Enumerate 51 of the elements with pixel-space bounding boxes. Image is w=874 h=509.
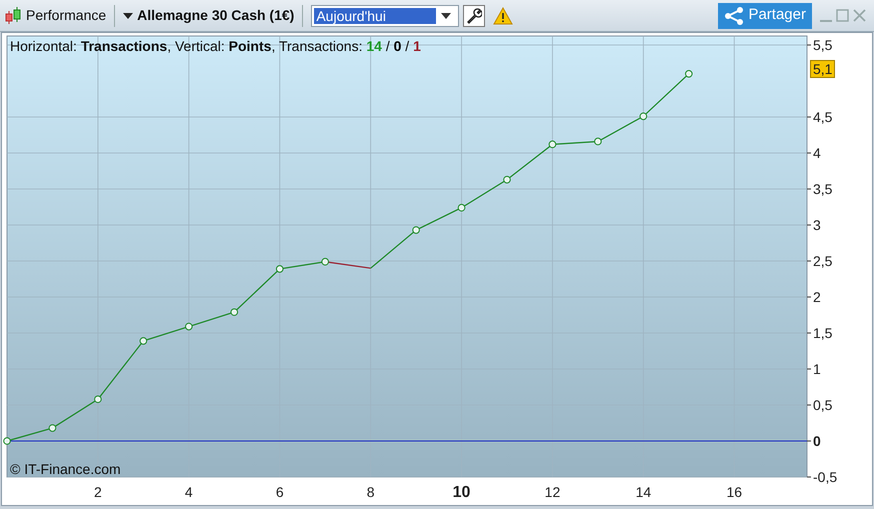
- maximize-icon[interactable]: [836, 9, 849, 22]
- y-axis-label: 1,5: [813, 325, 832, 341]
- y-axis-label: 3: [813, 217, 821, 233]
- y-axis-label: -0,5: [813, 469, 838, 485]
- x-axis-label: 10: [452, 484, 470, 501]
- caret-icon: [441, 12, 452, 18]
- x-axis-label: 4: [184, 484, 193, 500]
- window-title: Performance: [26, 6, 106, 25]
- data-point: [276, 265, 284, 273]
- y-axis-label: 4,5: [813, 109, 832, 125]
- y-axis-label: 4: [813, 145, 821, 161]
- instrument-selector[interactable]: Allemagne 30 Cash (1€): [123, 5, 294, 26]
- x-axis-label: 14: [636, 484, 652, 500]
- data-point: [594, 138, 602, 146]
- data-point: [185, 322, 193, 330]
- data-point: [640, 112, 648, 120]
- last-value-badge: 5,1: [810, 60, 836, 78]
- x-axis-label: 8: [366, 484, 375, 500]
- data-point: [3, 437, 11, 445]
- data-point: [548, 140, 556, 148]
- share-button[interactable]: Partager: [718, 2, 812, 28]
- y-axis-label: 3,5: [813, 181, 832, 197]
- copyright-text: © IT-Finance.com: [10, 460, 121, 479]
- data-point: [321, 258, 329, 266]
- y-axis-label: 2: [813, 289, 821, 305]
- data-point: [94, 395, 102, 404]
- y-axis-label: 0: [813, 433, 821, 449]
- x-axis-label: 2: [94, 484, 102, 500]
- data-point: [140, 337, 148, 345]
- data-point: [458, 204, 466, 212]
- candlestick-icon: [4, 6, 22, 26]
- y-axis-label: 5,5: [813, 37, 832, 53]
- period-dropdown[interactable]: Aujourd'hui: [311, 4, 460, 26]
- chart-info: Horizontal: Transactions, Vertical: Points, Transactions: 14 / 0 / 1: [10, 37, 421, 56]
- wrench-icon: [466, 8, 482, 24]
- y-axis-label: 0,5: [813, 397, 832, 413]
- caret-icon: [123, 12, 134, 18]
- settings-button[interactable]: [463, 4, 486, 26]
- y-axis-label: 2,5: [813, 253, 832, 269]
- x-axis-label: 6: [276, 484, 284, 500]
- x-axis-label: 16: [726, 484, 742, 500]
- warning-icon[interactable]: [493, 6, 514, 24]
- data-point: [503, 176, 511, 184]
- x-axis-label: 12: [544, 484, 560, 500]
- share-icon: [724, 6, 744, 26]
- data-point: [230, 308, 238, 316]
- close-icon[interactable]: [853, 9, 866, 22]
- data-point: [685, 70, 693, 78]
- data-point: [48, 424, 56, 432]
- data-point: [412, 226, 420, 234]
- y-axis-label: 1: [813, 361, 821, 377]
